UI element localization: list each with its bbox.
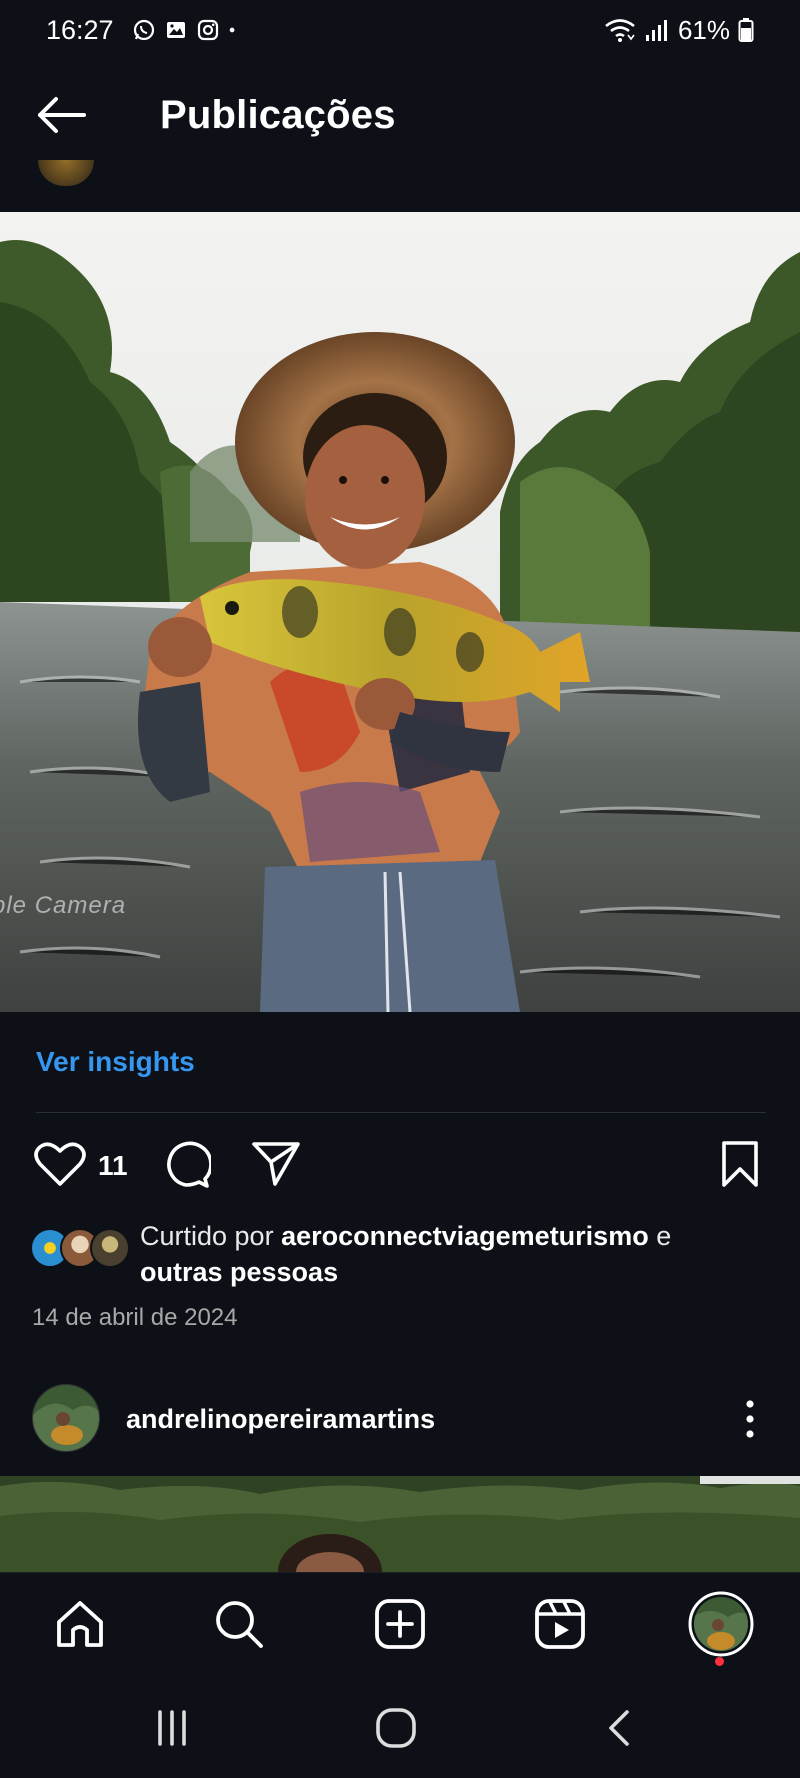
save-button[interactable] <box>712 1136 768 1192</box>
liker-username[interactable]: aeroconnectviagemeturismo <box>281 1221 649 1251</box>
nav-profile[interactable] <box>688 1591 754 1657</box>
notification-dot <box>715 1657 724 1666</box>
comment-button[interactable] <box>158 1136 214 1192</box>
image-watermark: ple Camera <box>0 892 127 919</box>
nav-reels[interactable] <box>529 1593 591 1655</box>
liked-by-text: Curtido por aeroconnectviagemeturismo e … <box>140 1218 780 1290</box>
page-title: Publicações <box>160 92 396 137</box>
signal-icon <box>645 20 667 41</box>
home-button[interactable] <box>366 1700 426 1756</box>
share-button[interactable] <box>248 1136 304 1192</box>
next-post-header: andrelinopereiramartins <box>0 1384 800 1454</box>
next-post-username[interactable]: andrelinopereiramartins <box>126 1404 435 1435</box>
dot-icon <box>229 27 234 33</box>
more-options-button[interactable] <box>730 1392 770 1446</box>
status-time: 16:27 <box>46 14 114 45</box>
liker-avatar <box>90 1228 130 1268</box>
avatar-image <box>33 1385 99 1451</box>
battery-icon <box>738 18 754 42</box>
heart-icon <box>34 1142 86 1186</box>
home-icon <box>57 1601 103 1647</box>
search-icon <box>216 1601 263 1648</box>
nav-search[interactable] <box>208 1593 270 1655</box>
wifi-icon <box>605 19 635 42</box>
next-post-image[interactable] <box>0 1476 800 1572</box>
previous-post-avatar[interactable] <box>38 160 94 186</box>
post-actions: 11 <box>0 1136 800 1196</box>
nav-create[interactable] <box>369 1593 431 1655</box>
bookmark-icon <box>722 1141 758 1187</box>
profile-avatar <box>688 1591 754 1657</box>
instagram-icon <box>197 19 218 41</box>
send-icon <box>252 1142 300 1186</box>
battery-percentage: 61% <box>677 14 730 45</box>
create-icon <box>375 1599 425 1649</box>
system-navigation <box>0 1676 800 1778</box>
status-left: 16:27 <box>46 15 242 46</box>
chevron-left-icon <box>609 1710 629 1746</box>
likers-avatars <box>30 1228 130 1270</box>
reels-icon <box>535 1599 585 1649</box>
liked-by-suffix: e <box>648 1221 672 1251</box>
divider <box>36 1112 766 1113</box>
next-post-image-illustration <box>0 1476 800 1572</box>
back-nav-button[interactable] <box>590 1700 650 1756</box>
recents-icon <box>158 1710 186 1746</box>
notification-icons <box>132 18 242 42</box>
nav-home[interactable] <box>49 1593 111 1655</box>
next-post-avatar[interactable] <box>32 1384 100 1452</box>
like-count[interactable]: 11 <box>98 1150 128 1182</box>
gallery-icon <box>166 22 185 38</box>
recents-button[interactable] <box>142 1700 202 1756</box>
more-vertical-icon <box>746 1400 754 1438</box>
liked-by-others[interactable]: outras pessoas <box>140 1257 338 1287</box>
comment-icon <box>167 1141 211 1188</box>
whatsapp-icon <box>133 19 154 41</box>
header: Publicações <box>0 60 800 170</box>
status-bar: 16:27 61% <box>0 0 800 60</box>
home-circle-icon <box>376 1708 416 1748</box>
bottom-navigation <box>0 1572 800 1676</box>
liked-by-prefix: Curtido por <box>140 1221 282 1251</box>
status-right: 61% <box>604 15 754 46</box>
back-button[interactable] <box>30 83 94 147</box>
arrow-left-icon <box>38 97 86 133</box>
post-date: 14 de abril de 2024 <box>32 1304 238 1331</box>
like-button[interactable] <box>32 1136 88 1192</box>
view-insights-link[interactable]: Ver insights <box>36 1046 195 1078</box>
